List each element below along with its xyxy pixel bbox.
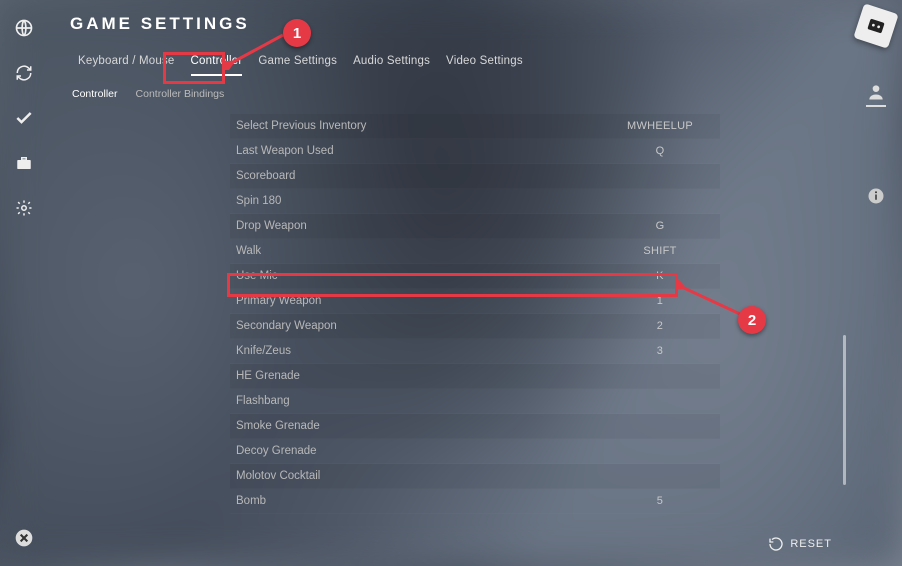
reset-button[interactable]: RESET	[768, 536, 832, 552]
binding-row[interactable]: Secondary Weapon2	[230, 314, 720, 339]
binding-row[interactable]: Decoy Grenade	[230, 439, 720, 464]
binding-key[interactable]: 3	[600, 345, 720, 357]
tab-audio-settings[interactable]: Audio Settings	[345, 44, 438, 76]
subtab-controller-bindings[interactable]: Controller Bindings	[136, 88, 225, 100]
binding-key[interactable]: G	[600, 220, 720, 232]
binding-label: Decoy Grenade	[236, 445, 600, 457]
bindings-list: Select Previous InventoryMWHEELUPLast We…	[230, 114, 720, 514]
binding-label: Walk	[236, 245, 600, 257]
user-icon[interactable]	[866, 82, 886, 107]
tab-game-settings[interactable]: Game Settings	[250, 44, 345, 76]
binding-label: Secondary Weapon	[236, 320, 600, 332]
tab-video-settings[interactable]: Video Settings	[438, 44, 531, 76]
binding-row[interactable]: Scoreboard	[230, 164, 720, 189]
close-circle-icon[interactable]	[14, 528, 34, 548]
binding-label: Scoreboard	[236, 170, 600, 182]
annotation-box-2	[227, 273, 678, 297]
right-nav-rail	[850, 0, 902, 566]
binding-row[interactable]: Drop WeaponG	[230, 214, 720, 239]
binding-key[interactable]: SHIFT	[600, 245, 720, 257]
binding-label: Last Weapon Used	[236, 145, 600, 157]
binding-label: Flashbang	[236, 395, 600, 407]
binding-row[interactable]: HE Grenade	[230, 364, 720, 389]
app-logo-icon[interactable]	[858, 8, 894, 44]
binding-row[interactable]: Molotov Cocktail	[230, 464, 720, 489]
reset-label: RESET	[790, 538, 832, 550]
subtab-controller[interactable]: Controller	[72, 88, 118, 100]
binding-label: Spin 180	[236, 195, 600, 207]
binding-label: HE Grenade	[236, 370, 600, 382]
info-icon[interactable]	[867, 187, 885, 205]
binding-label: Select Previous Inventory	[236, 120, 600, 132]
binding-key[interactable]: Q	[600, 145, 720, 157]
gear-icon[interactable]	[14, 198, 34, 218]
binding-label: Knife/Zeus	[236, 345, 600, 357]
annotation-box-1	[163, 52, 225, 84]
binding-row[interactable]: Bomb5	[230, 489, 720, 514]
refresh-icon[interactable]	[14, 63, 34, 83]
left-nav-rail	[0, 0, 48, 566]
binding-row[interactable]: Spin 180	[230, 189, 720, 214]
binding-row[interactable]: Knife/Zeus3	[230, 339, 720, 364]
binding-label: Molotov Cocktail	[236, 470, 600, 482]
binding-label: Bomb	[236, 495, 600, 507]
globe-icon[interactable]	[14, 18, 34, 38]
check-icon[interactable]	[14, 108, 34, 128]
binding-label: Drop Weapon	[236, 220, 600, 232]
reset-icon	[768, 536, 784, 552]
binding-label: Smoke Grenade	[236, 420, 600, 432]
scrollbar[interactable]	[843, 335, 846, 485]
binding-key[interactable]: 2	[600, 320, 720, 332]
binding-row[interactable]: Select Previous InventoryMWHEELUP	[230, 114, 720, 139]
binding-key[interactable]: 5	[600, 495, 720, 507]
page-title: GAME SETTINGS	[70, 14, 850, 34]
briefcase-icon[interactable]	[14, 153, 34, 173]
binding-row[interactable]: Last Weapon UsedQ	[230, 139, 720, 164]
binding-row[interactable]: WalkSHIFT	[230, 239, 720, 264]
binding-row[interactable]: Flashbang	[230, 389, 720, 414]
binding-key[interactable]: MWHEELUP	[600, 120, 720, 132]
binding-row[interactable]: Smoke Grenade	[230, 414, 720, 439]
annotation-badge-2: 2	[738, 306, 766, 334]
annotation-badge-1: 1	[283, 19, 311, 47]
